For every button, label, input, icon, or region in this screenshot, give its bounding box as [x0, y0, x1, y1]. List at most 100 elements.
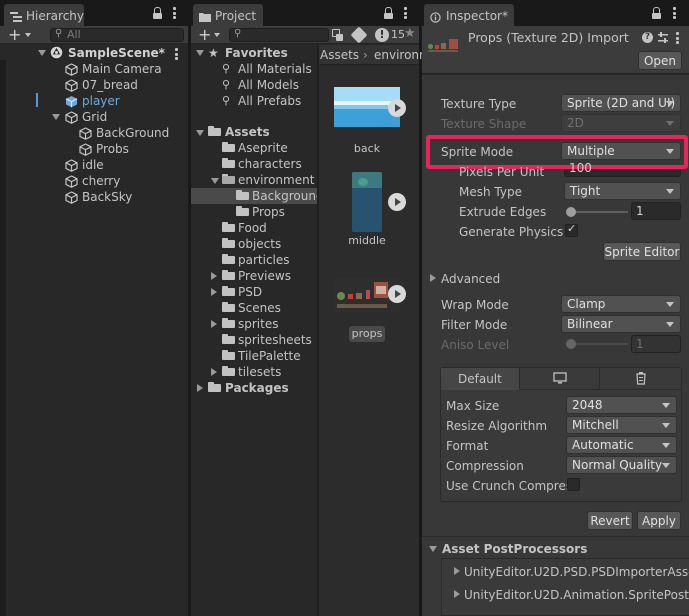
asset-label-props[interactable]: props	[319, 326, 415, 342]
hierarchy-item-background[interactable]: BackGround	[96, 125, 169, 141]
folder-psd[interactable]: PSD	[238, 284, 262, 300]
sprites-expand-icon[interactable]	[211, 320, 217, 328]
hierarchy-search-input[interactable]: ⚲ All	[50, 28, 184, 42]
assets-label[interactable]: Assets	[225, 124, 270, 140]
platform-tab-default[interactable]: Default	[441, 368, 520, 390]
inspector-lock-icon[interactable]	[652, 7, 661, 19]
extrude-edges-slider-knob[interactable]	[566, 207, 576, 217]
hierarchy-menu-icon[interactable]	[173, 7, 176, 19]
open-button[interactable]: Open	[638, 51, 682, 70]
postprocessor-expand-icon[interactable]	[454, 590, 460, 598]
hierarchy-item-main-camera[interactable]: Main Camera	[82, 61, 162, 77]
postprocessors-expand-icon[interactable]	[429, 546, 437, 552]
texture-type-dropdown[interactable]: Sprite (2D and UI)	[561, 94, 681, 112]
grid-expand-icon[interactable]	[52, 114, 60, 120]
folder-background[interactable]: Background	[252, 188, 324, 204]
inspector-menu-icon[interactable]	[673, 7, 676, 19]
generate-physics-checkbox[interactable]: ✓	[565, 222, 578, 237]
wrap-mode-dropdown[interactable]: Clamp	[561, 295, 681, 313]
hierarchy-item-probs[interactable]: Probs	[96, 141, 129, 157]
postprocessor-item[interactable]: UnityEditor.U2D.PSD.PSDImporterAsset	[464, 564, 689, 580]
tilesets-expand-icon[interactable]	[211, 368, 217, 376]
packages-label[interactable]: Packages	[225, 380, 289, 396]
project-add-button[interactable]: +	[198, 27, 211, 43]
platform-tab-webgl[interactable]	[600, 368, 681, 390]
folder-particles[interactable]: particles	[238, 252, 290, 268]
folder-spritesheets[interactable]: spritesheets	[238, 332, 312, 348]
favorite-star-icon[interactable]: ★	[404, 26, 416, 42]
project-lock-icon[interactable]	[384, 7, 393, 19]
scene-expand-icon[interactable]	[38, 50, 46, 56]
scene-menu-icon[interactable]	[175, 48, 178, 60]
help-icon[interactable]: ?	[642, 32, 653, 43]
hierarchy-item-grid[interactable]: Grid	[82, 109, 107, 125]
assets-expand-icon[interactable]	[196, 130, 204, 136]
folder-food[interactable]: Food	[238, 220, 267, 236]
asset-thumb-middle[interactable]	[352, 172, 382, 232]
previews-expand-icon[interactable]	[211, 272, 217, 280]
folder-previews[interactable]: Previews	[238, 268, 291, 284]
asset-label-back[interactable]: back	[319, 141, 415, 157]
folder-scenes[interactable]: Scenes	[238, 300, 281, 316]
search-by-type-icon[interactable]	[330, 28, 344, 42]
advanced-label[interactable]: Advanced	[441, 271, 500, 287]
asset-label-middle[interactable]: middle	[319, 233, 415, 249]
favorites-expand-icon[interactable]	[196, 50, 204, 56]
folder-characters[interactable]: characters	[238, 156, 302, 172]
folder-environment[interactable]: environment	[238, 172, 314, 188]
filter-mode-dropdown[interactable]: Bilinear	[561, 315, 681, 333]
apply-button[interactable]: Apply	[637, 511, 681, 530]
sprite-mode-dropdown[interactable]: Multiple	[561, 142, 681, 160]
packages-expand-icon[interactable]	[197, 384, 203, 392]
favorite-item-all-prefabs[interactable]: All Prefabs	[238, 93, 301, 109]
project-add-dropdown-icon[interactable]	[214, 33, 220, 37]
presets-icon[interactable]	[657, 32, 669, 44]
folder-tilepalette[interactable]: TilePalette	[238, 348, 301, 364]
tab-hierarchy[interactable]: Hierarchy	[4, 4, 84, 26]
environment-expand-icon[interactable]	[211, 178, 219, 184]
folder-sprites[interactable]: sprites	[238, 316, 278, 332]
compression-dropdown[interactable]: Normal Quality	[566, 456, 677, 474]
hierarchy-add-dropdown-icon[interactable]	[25, 33, 31, 37]
folder-tilesets[interactable]: tilesets	[238, 364, 281, 380]
project-search-input[interactable]: ⚲	[229, 28, 329, 42]
hierarchy-add-button[interactable]: +	[8, 27, 21, 43]
play-icon[interactable]	[388, 285, 406, 303]
hierarchy-item-player[interactable]: player	[82, 93, 120, 109]
psd-expand-icon[interactable]	[211, 288, 217, 296]
component-menu-icon[interactable]	[676, 32, 679, 44]
pixels-per-unit-field[interactable]: 100	[564, 161, 681, 177]
resize-algorithm-dropdown[interactable]: Mitchell	[566, 416, 677, 434]
postprocessors-label[interactable]: Asset PostProcessors	[442, 541, 587, 557]
sprite-editor-button[interactable]: Sprite Editor	[603, 242, 681, 261]
platform-tab-standalone[interactable]	[520, 368, 600, 390]
advanced-expand-icon[interactable]	[430, 274, 436, 282]
tab-project[interactable]: Project	[193, 4, 263, 26]
revert-button[interactable]: Revert	[587, 511, 633, 530]
favorites-label[interactable]: Favorites	[225, 45, 288, 61]
hierarchy-item-cherry[interactable]: cherry	[82, 173, 120, 189]
mesh-type-dropdown[interactable]: Tight	[564, 182, 681, 200]
extrude-edges-field[interactable]: 1	[631, 202, 681, 220]
postprocessor-item[interactable]: UnityEditor.U2D.Animation.SpritePostPr	[464, 587, 689, 603]
hierarchy-item-backsky[interactable]: BackSky	[82, 189, 132, 205]
play-icon[interactable]	[388, 99, 406, 117]
hierarchy-item-idle[interactable]: idle	[82, 157, 104, 173]
hierarchy-item-bread[interactable]: 07_bread	[82, 77, 138, 93]
scene-label[interactable]: SampleScene*	[68, 45, 165, 61]
folder-objects[interactable]: objects	[238, 236, 281, 252]
tab-inspector[interactable]: Inspector*	[424, 4, 514, 26]
favorite-item-all-materials[interactable]: All Materials	[238, 61, 312, 77]
folder-props[interactable]: Props	[252, 204, 285, 220]
hidden-packages-icon[interactable]: !	[375, 28, 389, 42]
max-size-dropdown[interactable]: 2048	[566, 396, 677, 414]
favorite-item-all-models[interactable]: All Models	[238, 77, 299, 93]
crunch-compression-checkbox[interactable]	[567, 478, 580, 491]
project-menu-icon[interactable]	[404, 7, 407, 19]
hierarchy-lock-icon[interactable]	[153, 7, 162, 19]
postprocessor-expand-icon[interactable]	[454, 567, 460, 575]
format-dropdown[interactable]: Automatic	[566, 436, 677, 454]
play-icon[interactable]	[388, 193, 406, 211]
folder-aseprite[interactable]: Aseprite	[238, 140, 288, 156]
breadcrumb-item-assets[interactable]: Assets	[320, 47, 359, 63]
